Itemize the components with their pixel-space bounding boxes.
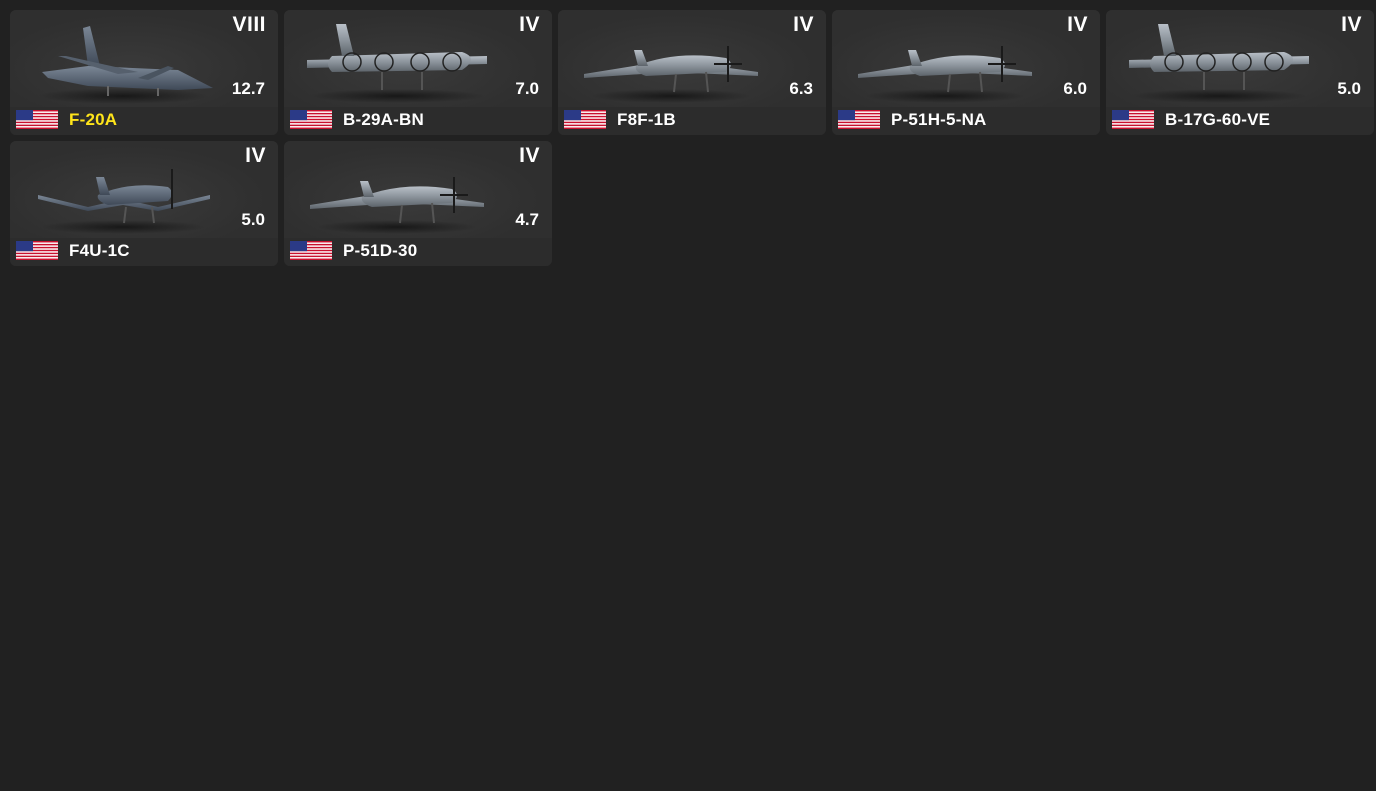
vehicle-card-f-20a[interactable]: VIII 12.7 F-20A (10, 10, 278, 135)
battle-rating: 7.0 (515, 79, 539, 98)
rank-label: IV (793, 13, 814, 36)
battle-rating: 6.3 (789, 79, 813, 98)
vehicle-card-p-51d-30[interactable]: IV 4.7 P-51D-30 (284, 141, 552, 266)
usa-flag-icon (16, 241, 58, 260)
rank-label: IV (519, 144, 540, 167)
battle-rating: 4.7 (515, 210, 539, 229)
battle-rating: 6.0 (1063, 79, 1087, 98)
bomber-silhouette-icon (1124, 16, 1314, 106)
vehicle-card-f4u-1c[interactable]: IV 5.0 F4U-1C (10, 141, 278, 266)
rank-label: IV (245, 144, 266, 167)
rank-label: IV (1341, 13, 1362, 36)
vehicle-card-f8f-1b[interactable]: IV 6.3 F8F-1B (558, 10, 826, 135)
vehicle-card-p-51h-5-na[interactable]: IV 6.0 P-51H-5-NA (832, 10, 1100, 135)
usa-flag-icon (838, 110, 880, 129)
usa-flag-icon (16, 110, 58, 129)
rank-label: VIII (232, 13, 266, 36)
vehicle-name: P-51H-5-NA (891, 110, 987, 129)
usa-flag-icon (290, 110, 332, 129)
usa-flag-icon (564, 110, 606, 129)
jet-silhouette-icon (28, 16, 218, 106)
vehicle-name: B-17G-60-VE (1165, 110, 1271, 129)
rank-label: IV (1067, 13, 1088, 36)
vehicle-name: F8F-1B (617, 110, 676, 129)
vehicle-card-b-17g-60-ve[interactable]: IV 5.0 B-17G-60-VE (1106, 10, 1374, 135)
fighter-silhouette-icon (576, 16, 766, 106)
battle-rating: 5.0 (1337, 79, 1361, 98)
fighter-silhouette-icon (302, 147, 492, 237)
vehicle-card-b-29a-bn[interactable]: IV 7.0 B-29A-BN (284, 10, 552, 135)
bomber-silhouette-icon (302, 16, 492, 106)
gullwing-fighter-silhouette-icon (28, 147, 218, 237)
rank-label: IV (519, 13, 540, 36)
vehicle-name: F-20A (69, 110, 118, 129)
battle-rating: 5.0 (241, 210, 265, 229)
fighter-silhouette-icon (850, 16, 1040, 106)
usa-flag-icon (1112, 110, 1154, 129)
battle-rating: 12.7 (231, 79, 265, 98)
vehicle-name: F4U-1C (69, 241, 130, 260)
vehicle-name: P-51D-30 (343, 241, 418, 260)
vehicle-grid: VIII 12.7 F-20A IV 7.0 B-29A-BN IV 6.3 F… (10, 10, 1374, 266)
vehicle-name: B-29A-BN (343, 110, 424, 129)
usa-flag-icon (290, 241, 332, 260)
